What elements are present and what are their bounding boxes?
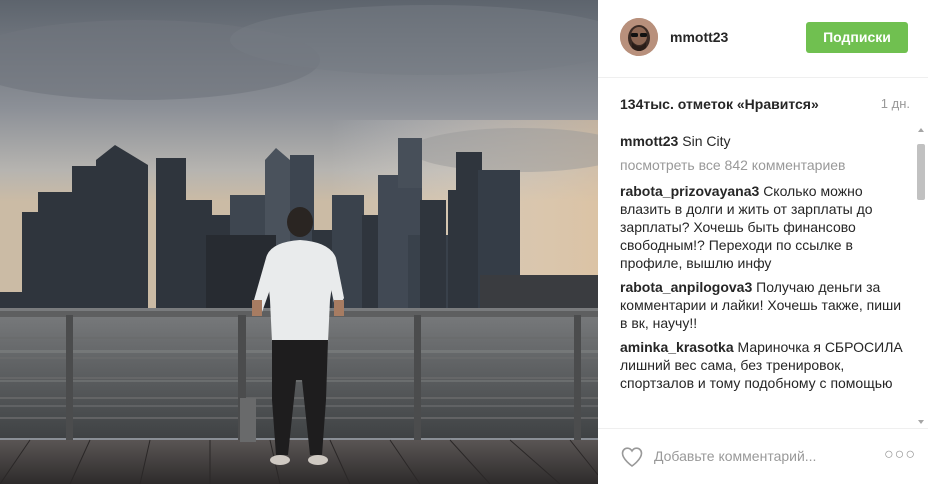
comment-username[interactable]: rabota_anpilogova3 bbox=[620, 279, 752, 295]
scroll-thumb[interactable] bbox=[917, 144, 925, 200]
comment-item: aminka_krasotka Мариночка я СБРОСИЛА лиш… bbox=[620, 338, 906, 392]
caption-username[interactable]: mmott23 bbox=[620, 133, 678, 149]
caption-text: Sin City bbox=[682, 133, 731, 149]
scroll-up-arrow-icon[interactable] bbox=[918, 128, 924, 132]
city-skyline-image bbox=[0, 0, 598, 484]
caption: mmott23 Sin City bbox=[620, 132, 906, 150]
comment-username[interactable]: rabota_prizovayana3 bbox=[620, 183, 759, 199]
add-comment-input[interactable] bbox=[654, 446, 864, 466]
comments-scrollbar[interactable] bbox=[916, 128, 926, 424]
post-timestamp[interactable]: 1 дн. bbox=[881, 96, 910, 111]
comment-username[interactable]: aminka_krasotka bbox=[620, 339, 734, 355]
likes-count[interactable]: 134тыс. отметок «Нравится» bbox=[620, 96, 819, 112]
view-all-comments-link[interactable]: посмотреть все 842 комментариев bbox=[620, 156, 906, 174]
post-footer: ○○○ bbox=[598, 428, 928, 484]
follow-button[interactable]: Подписки bbox=[806, 22, 908, 53]
comments-list: mmott23 Sin City посмотреть все 842 комм… bbox=[620, 132, 906, 424]
likes-row: 134тыс. отметок «Нравится» 1 дн. bbox=[620, 96, 910, 116]
post-header: mmott23 Подписки bbox=[598, 0, 928, 78]
avatar-icon[interactable] bbox=[620, 18, 658, 56]
more-options-icon[interactable]: ○○○ bbox=[884, 446, 916, 464]
post-author-username[interactable]: mmott23 bbox=[670, 29, 728, 45]
post-photo[interactable] bbox=[0, 0, 598, 484]
comment-item: rabota_anpilogova3 Получаю деньги за ком… bbox=[620, 278, 906, 332]
scroll-down-arrow-icon[interactable] bbox=[918, 420, 924, 424]
heart-icon[interactable] bbox=[620, 445, 644, 469]
post-panel: mmott23 Подписки 134тыс. отметок «Нравит… bbox=[598, 0, 928, 484]
comment-item: rabota_prizovayana3 Сколько можно влазит… bbox=[620, 182, 906, 272]
